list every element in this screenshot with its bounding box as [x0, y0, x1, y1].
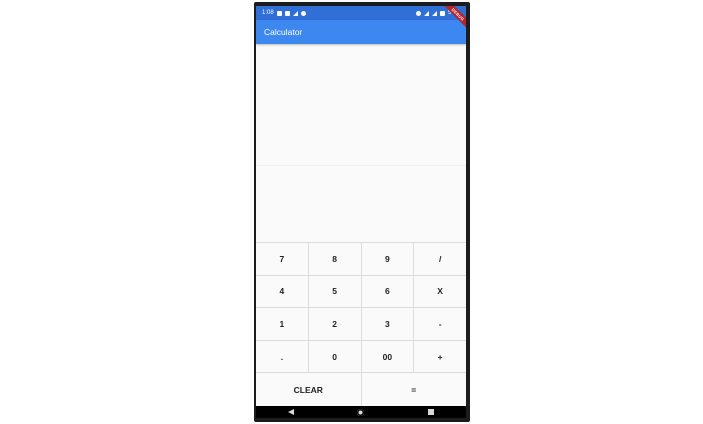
home-icon[interactable] — [357, 408, 365, 416]
eye-icon — [415, 10, 421, 16]
app-title: Calculator — [264, 27, 303, 37]
status-bar: 1:08 57% — [256, 6, 466, 20]
app-screen: 1:08 57% DEBUG Calculator — [256, 6, 466, 418]
keypad: 7 8 9 / 4 5 6 X 1 2 3 - . 0 00 + CLEAR = — [256, 242, 466, 406]
battery-icon — [439, 10, 445, 16]
key-multiply[interactable]: X — [414, 275, 466, 308]
key-9[interactable]: 9 — [361, 243, 415, 275]
app-bar: Calculator — [256, 20, 466, 44]
key-3[interactable]: 3 — [361, 308, 415, 340]
status-time: 1:08 — [262, 10, 274, 16]
keypad-row-3: 1 2 3 - — [256, 308, 466, 341]
navigation-bar — [256, 406, 466, 418]
equals-button[interactable]: = — [361, 373, 466, 406]
clear-button[interactable]: CLEAR — [256, 373, 362, 406]
keypad-row-1: 7 8 9 / — [256, 243, 466, 276]
key-2[interactable]: 2 — [308, 308, 362, 340]
key-8[interactable]: 8 — [308, 243, 362, 275]
status-left: 1:08 — [262, 10, 306, 16]
key-7[interactable]: 7 — [256, 243, 309, 275]
keypad-row-2: 4 5 6 X — [256, 275, 466, 309]
device-frame: 1:08 57% DEBUG Calculator — [254, 2, 470, 422]
key-0[interactable]: 0 — [308, 340, 362, 373]
signal-notification-icon — [292, 10, 298, 16]
keypad-row-4: . 0 00 + — [256, 340, 466, 374]
expression-display — [256, 44, 466, 166]
key-divide[interactable]: / — [414, 243, 466, 275]
key-add[interactable]: + — [414, 340, 466, 373]
key-6[interactable]: 6 — [361, 275, 415, 308]
notification-icon-2 — [284, 10, 290, 16]
wifi-icon — [423, 10, 429, 16]
recent-apps-icon[interactable] — [428, 409, 435, 415]
key-1[interactable]: 1 — [256, 308, 309, 340]
keypad-row-5: CLEAR = — [256, 373, 466, 406]
app-notification-icon — [300, 10, 306, 16]
back-icon[interactable] — [287, 409, 294, 415]
key-decimal[interactable]: . — [256, 340, 309, 373]
key-4[interactable]: 4 — [256, 275, 309, 308]
result-display — [256, 166, 466, 242]
key-5[interactable]: 5 — [308, 275, 362, 308]
calculator-display — [256, 44, 466, 242]
cell-signal-icon — [431, 10, 437, 16]
key-00[interactable]: 00 — [361, 340, 415, 373]
key-subtract[interactable]: - — [414, 308, 466, 340]
notification-icon — [276, 10, 282, 16]
